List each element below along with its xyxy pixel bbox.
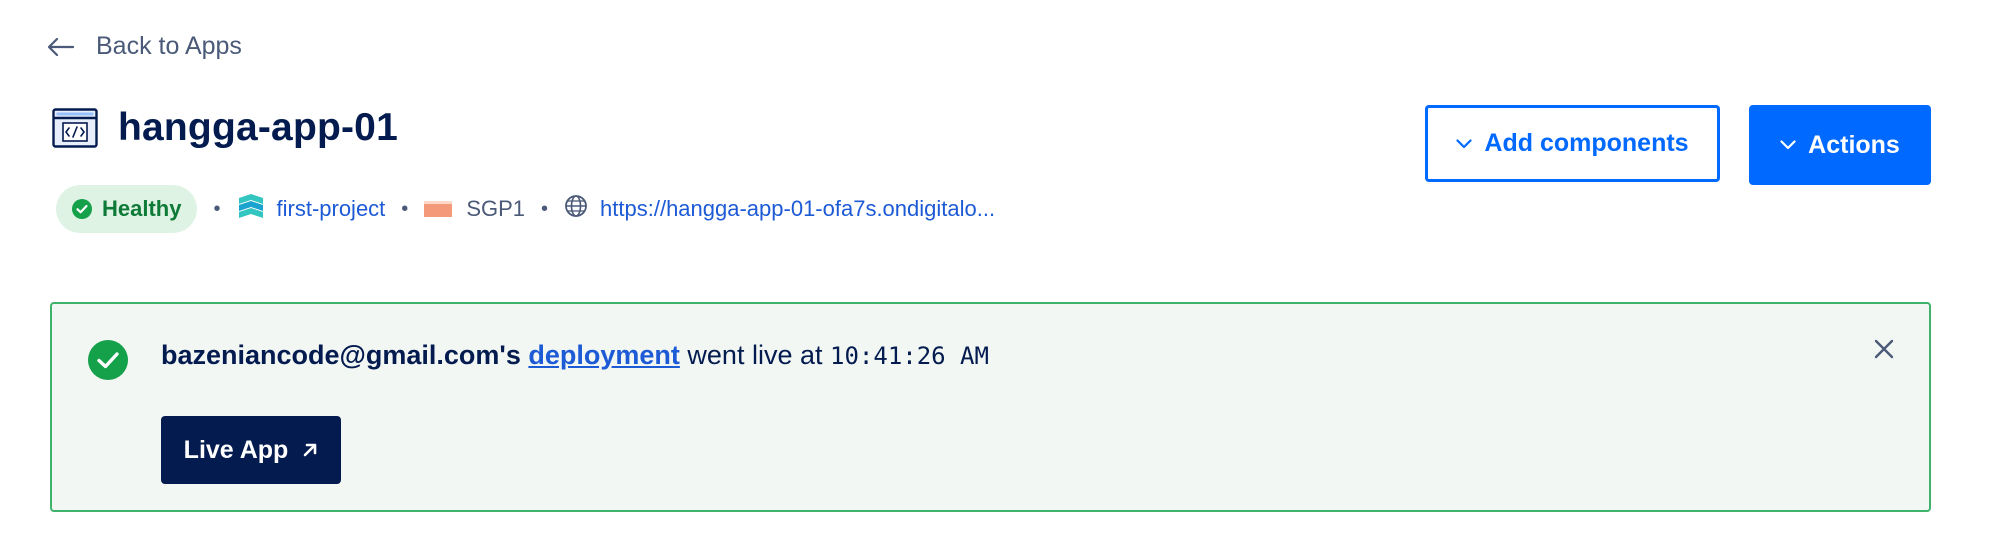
code-window-icon	[52, 108, 98, 148]
check-circle-icon	[88, 340, 128, 380]
separator-dot: •	[401, 197, 409, 220]
region-label: SGP1	[466, 196, 526, 221]
deployment-notice: bazeniancode@gmail.com's deployment went…	[50, 302, 1931, 512]
actions-label: Actions	[1808, 130, 1900, 159]
back-to-apps-link[interactable]: Back to Apps	[48, 32, 242, 61]
add-components-label: Add components	[1484, 129, 1689, 157]
arrow-up-right-icon	[302, 442, 318, 458]
notice-message: bazeniancode@gmail.com's deployment went…	[161, 340, 989, 371]
flag-icon	[424, 201, 453, 217]
status-label: Healthy	[102, 196, 182, 221]
app-url-label: https://hangga-app-01-ofa7s.ondigitalo..…	[600, 196, 996, 221]
chevron-down-icon	[1780, 140, 1796, 150]
check-circle-icon	[72, 199, 92, 219]
add-components-button[interactable]: Add components	[1425, 105, 1720, 182]
app-meta: Healthy • first-project • SGP1 • https:/…	[56, 185, 995, 233]
back-link-label: Back to Apps	[96, 32, 242, 60]
app-header: hangga-app-01	[52, 106, 398, 150]
region: SGP1	[424, 196, 525, 222]
separator-dot: •	[213, 197, 221, 220]
project-link[interactable]: first-project	[237, 192, 386, 226]
arrow-left-icon	[48, 37, 74, 56]
notice-time: 10:41:26 AM	[830, 342, 989, 370]
project-icon	[237, 192, 265, 226]
project-label: first-project	[276, 196, 386, 221]
chevron-down-icon	[1456, 138, 1473, 149]
page-title: hangga-app-01	[118, 106, 398, 149]
close-icon[interactable]	[1869, 334, 1899, 364]
separator-dot: •	[541, 197, 549, 220]
live-app-label: Live App	[183, 435, 289, 464]
live-app-button[interactable]: Live App	[161, 416, 341, 484]
globe-icon	[564, 194, 588, 224]
notice-user: bazeniancode@gmail.com's	[161, 340, 521, 370]
actions-button[interactable]: Actions	[1749, 105, 1931, 185]
status-badge: Healthy	[56, 185, 198, 233]
deployment-link[interactable]: deployment	[528, 340, 680, 371]
notice-middle-text: went live at	[687, 340, 823, 370]
app-overview-page: Back to Apps hangga-app-01 Healthy • fir…	[0, 0, 1999, 541]
app-url-link[interactable]: https://hangga-app-01-ofa7s.ondigitalo..…	[564, 194, 995, 224]
